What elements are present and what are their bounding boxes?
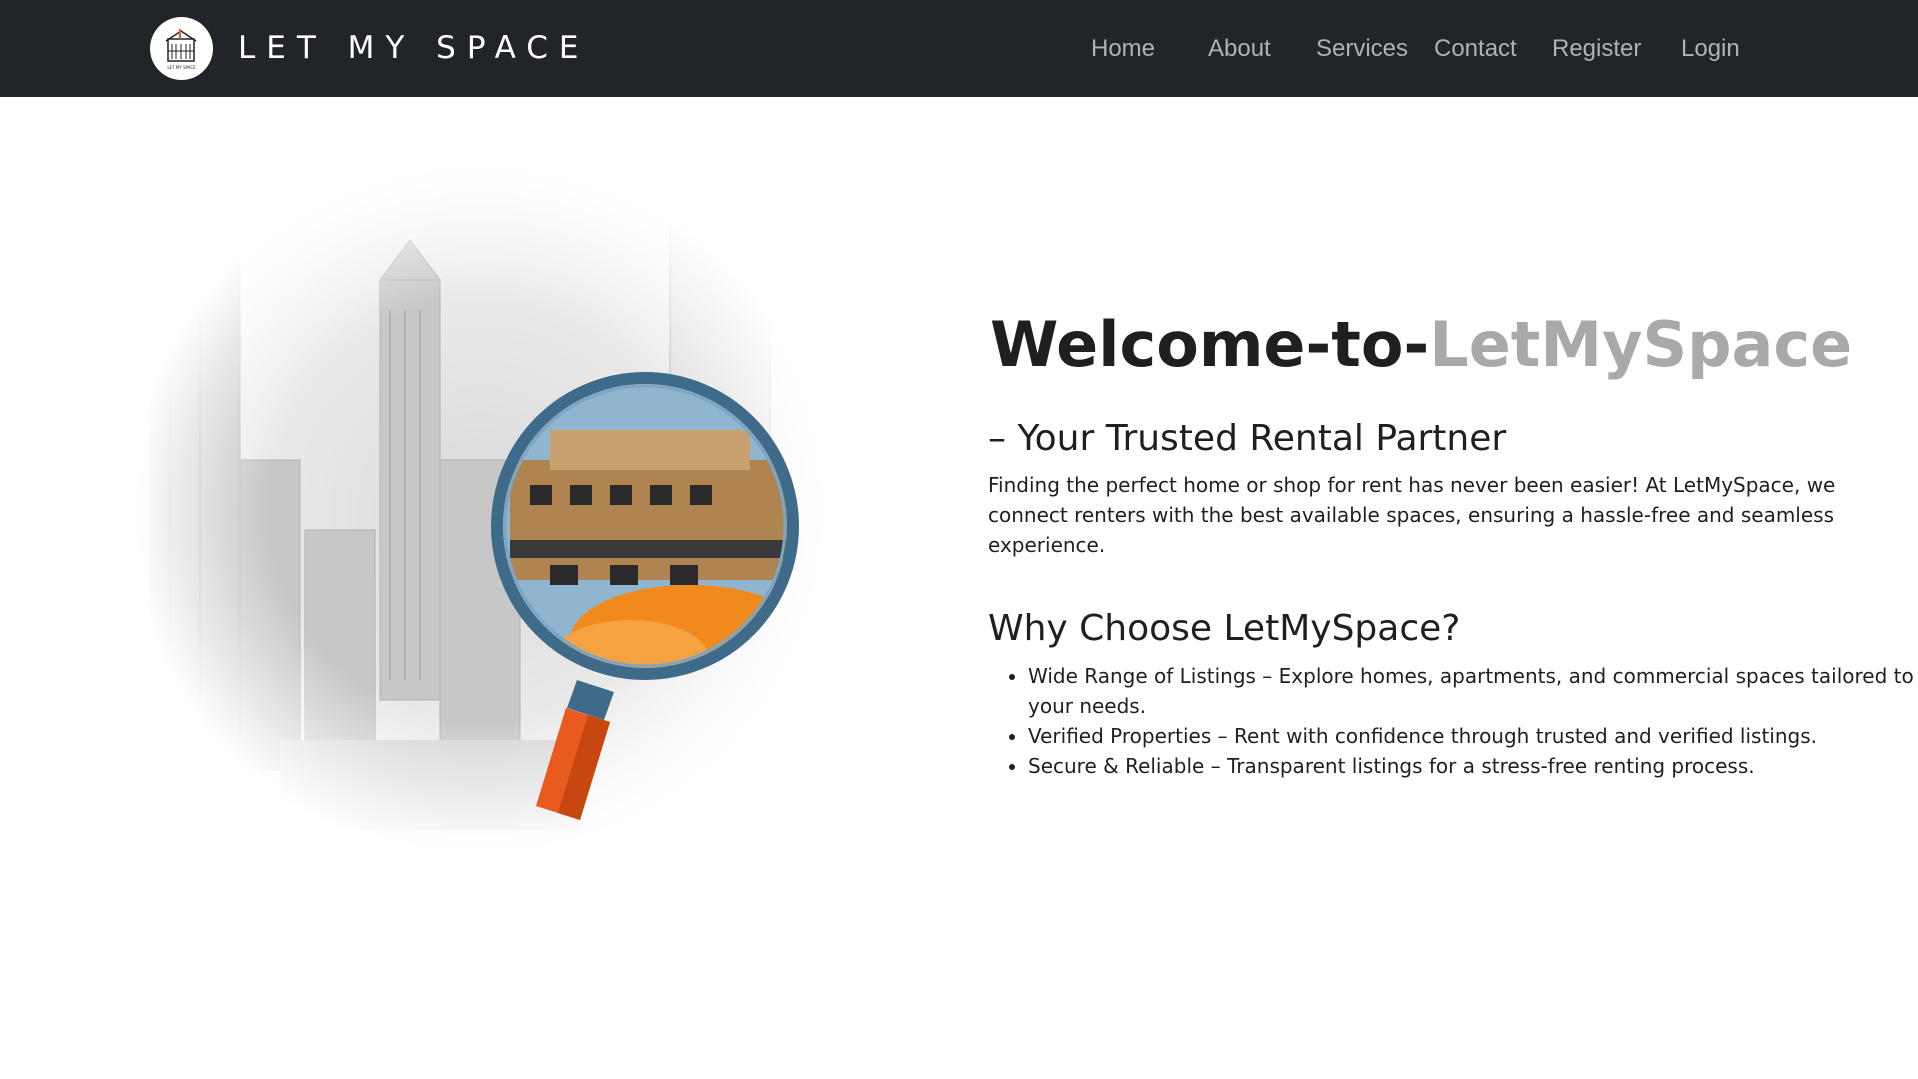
top-navbar: LET MY SPACE LET MY SPACE Home About Ser… [0,0,1918,97]
nav-register[interactable]: Register [1552,33,1641,65]
magnifying-glass-city-illustration [130,160,830,860]
features-list: Wide Range of Listings – Explore homes, … [988,661,1918,781]
logo-caption: LET MY SPACE [167,65,196,70]
hero-title: Welcome-to-LetMySpace [990,308,1852,382]
nav-login[interactable]: Login [1681,33,1740,65]
hero-title-main: Welcome-to- [990,308,1430,381]
brand-name[interactable]: LET MY SPACE [238,28,589,68]
building-logo-icon: LET MY SPACE [165,29,197,70]
why-choose-heading: Why Choose LetMySpace? [988,608,1461,649]
nav-contact[interactable]: Contact [1434,33,1517,65]
feature-item: Secure & Reliable – Transparent listings… [1028,751,1918,781]
nav-home[interactable]: Home [1091,33,1155,65]
nav-services[interactable]: Services [1316,33,1408,65]
hero-subtitle: – Your Trusted Rental Partner [988,418,1507,459]
brand-logo[interactable]: LET MY SPACE [150,17,213,80]
hero-intro: Finding the perfect home or shop for ren… [988,473,1836,557]
hero-illustration [130,160,830,860]
feature-item: Wide Range of Listings – Explore homes, … [1028,661,1918,721]
hero-title-brand: LetMySpace [1429,308,1853,381]
feature-item: Verified Properties – Rent with confiden… [1028,721,1918,751]
nav-about[interactable]: About [1208,33,1271,65]
